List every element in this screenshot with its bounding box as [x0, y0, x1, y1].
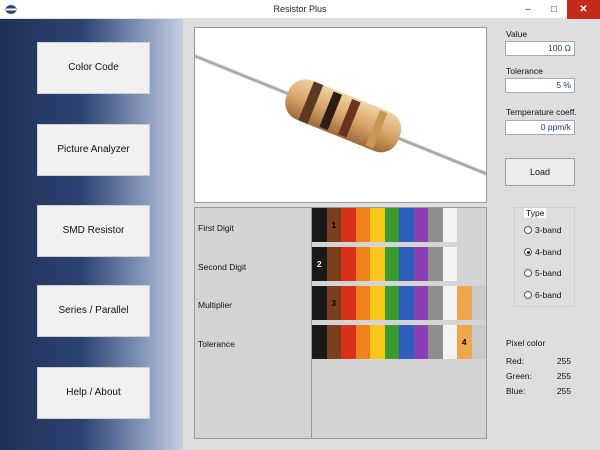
color-swatch[interactable]: 2: [312, 247, 327, 281]
red-value: 255: [556, 356, 571, 366]
color-swatch[interactable]: [413, 208, 428, 242]
color-swatch[interactable]: 1: [326, 208, 341, 242]
color-code-button[interactable]: Color Code: [37, 42, 150, 94]
help-about-button[interactable]: Help / About: [37, 367, 150, 419]
color-swatch[interactable]: [370, 325, 385, 359]
color-swatch[interactable]: [341, 325, 356, 359]
color-swatch[interactable]: [384, 286, 399, 320]
green-label: Green:: [506, 371, 532, 381]
series-parallel-button[interactable]: Series / Parallel: [37, 285, 150, 337]
multiplier-label: Multiplier: [198, 300, 233, 310]
chart-divider: [311, 208, 312, 438]
load-button[interactable]: Load: [505, 158, 575, 186]
second-digit-row: 2: [312, 247, 457, 281]
color-swatch[interactable]: [471, 286, 486, 320]
green-value: 255: [556, 371, 571, 381]
color-swatch[interactable]: [399, 247, 414, 281]
color-swatch[interactable]: [355, 247, 370, 281]
pixel-color-title: Pixel color: [506, 338, 546, 348]
color-swatch[interactable]: [355, 325, 370, 359]
temperature-field[interactable]: 0 ppm/k: [505, 120, 575, 135]
second-digit-label: Second Digit: [198, 262, 247, 272]
color-swatch[interactable]: [370, 247, 385, 281]
color-swatch[interactable]: [428, 325, 443, 359]
color-swatch[interactable]: [355, 208, 370, 242]
tolerance-label: Tolerance: [506, 66, 543, 76]
tolerance-band-label: Tolerance: [198, 339, 235, 349]
radio-4-band[interactable]: 4-band: [524, 247, 561, 257]
color-swatch[interactable]: 4: [457, 325, 472, 359]
color-swatch[interactable]: [428, 247, 443, 281]
color-swatch[interactable]: [399, 286, 414, 320]
color-swatch[interactable]: [384, 208, 399, 242]
color-swatch[interactable]: [413, 286, 428, 320]
color-swatch[interactable]: [312, 325, 327, 359]
color-swatch[interactable]: [370, 286, 385, 320]
color-swatch[interactable]: [355, 286, 370, 320]
radio-indicator[interactable]: [524, 269, 532, 277]
first-digit-label: First Digit: [198, 223, 234, 233]
color-swatch[interactable]: [384, 247, 399, 281]
radio-5-band[interactable]: 5-band: [524, 268, 561, 278]
color-swatch[interactable]: [442, 247, 457, 281]
multiplier-row: 3: [312, 286, 486, 320]
color-swatch[interactable]: [428, 286, 443, 320]
window-title: Resistor Plus: [273, 4, 327, 14]
resistor-image: [194, 27, 487, 203]
blue-label: Blue:: [506, 386, 526, 396]
radio-6-band[interactable]: 6-band: [524, 290, 561, 300]
minimize-button[interactable]: –: [515, 0, 541, 19]
color-swatch[interactable]: [413, 247, 428, 281]
blue-value: 255: [556, 386, 571, 396]
color-swatch[interactable]: [442, 208, 457, 242]
color-swatch[interactable]: [399, 325, 414, 359]
band-selection-marker: 4: [461, 337, 467, 347]
band-selection-marker: 3: [331, 298, 337, 308]
color-swatch[interactable]: [428, 208, 443, 242]
resistor-illustration: [195, 51, 486, 183]
radio-3-band[interactable]: 3-band: [524, 225, 561, 235]
radio-indicator[interactable]: [524, 248, 532, 256]
color-swatch[interactable]: [341, 208, 356, 242]
color-swatch[interactable]: [326, 247, 341, 281]
color-swatch[interactable]: [384, 325, 399, 359]
color-swatch[interactable]: [326, 325, 341, 359]
tolerance-field[interactable]: 5 %: [505, 78, 575, 93]
color-swatch[interactable]: [457, 286, 472, 320]
radio-indicator[interactable]: [524, 226, 532, 234]
value-field[interactable]: 100 Ω: [505, 41, 575, 56]
close-button[interactable]: ✕: [567, 0, 600, 19]
color-swatch[interactable]: 3: [326, 286, 341, 320]
color-swatch[interactable]: [341, 247, 356, 281]
smd-resistor-button[interactable]: SMD Resistor: [37, 205, 150, 257]
color-swatch[interactable]: [341, 286, 356, 320]
red-label: Red:: [506, 356, 524, 366]
band-selection-marker: 1: [331, 220, 337, 230]
picture-analyzer-button[interactable]: Picture Analyzer: [37, 124, 150, 176]
color-swatch[interactable]: [312, 286, 327, 320]
color-swatch[interactable]: [370, 208, 385, 242]
value-label: Value: [506, 29, 528, 39]
color-swatch[interactable]: [312, 208, 327, 242]
color-swatch[interactable]: [442, 325, 457, 359]
type-label: Type: [524, 208, 547, 218]
radio-indicator[interactable]: [524, 291, 532, 299]
title-bar: Resistor Plus – □ ✕: [0, 0, 600, 19]
color-swatch[interactable]: [413, 325, 428, 359]
color-swatch[interactable]: [471, 325, 486, 359]
color-swatch[interactable]: [442, 286, 457, 320]
band-selection-marker: 2: [316, 259, 322, 269]
tolerance-row: 4: [312, 325, 486, 359]
first-digit-row: 1: [312, 208, 457, 242]
color-band-chart: First Digit Second Digit Multiplier Tole…: [194, 207, 487, 439]
maximize-button[interactable]: □: [541, 0, 567, 19]
color-swatch[interactable]: [399, 208, 414, 242]
temperature-label: Temperature coeff.: [506, 107, 577, 117]
